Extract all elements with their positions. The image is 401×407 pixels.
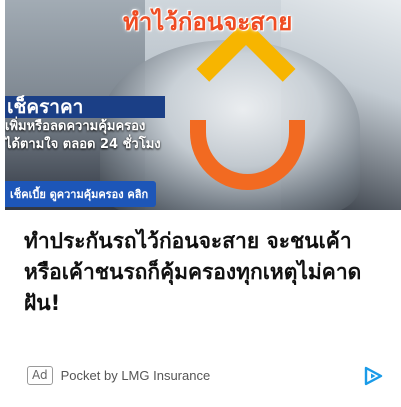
image-promo-text: เช็คราคา เพิ่มหรือลดความคุ้มครอง ได้ตามใ…: [5, 96, 165, 154]
image-promo-line-1: เช็คราคา: [5, 96, 165, 118]
ad-card[interactable]: ทำไว้ก่อนจะสาย เช็คราคา เพิ่มหรือลดความค…: [0, 0, 401, 407]
image-cta-banner[interactable]: เช็คเบี้ย ดูความคุ้มครอง คลิก: [5, 181, 157, 207]
sponsor-name[interactable]: Pocket by LMG Insurance: [61, 368, 211, 383]
image-promo-line-3: ได้ตามใจ ตลอด 24 ชั่วโมง: [5, 137, 161, 152]
image-headline: ทำไว้ก่อนจะสาย: [123, 8, 293, 36]
image-promo-line-2: เพิ่มหรือลดความคุ้มครอง: [5, 119, 146, 134]
adchoices-icon[interactable]: [362, 366, 384, 386]
ad-badge: Ad: [27, 366, 53, 385]
ad-image[interactable]: ทำไว้ก่อนจะสาย เช็คราคา เพิ่มหรือลดความค…: [5, 0, 401, 210]
ad-headline[interactable]: ทำประกันรถไว้ก่อนจะสาย จะชนเค้าหรือเค้าช…: [24, 226, 384, 319]
ad-footer: Ad Pocket by LMG Insurance: [27, 366, 210, 385]
